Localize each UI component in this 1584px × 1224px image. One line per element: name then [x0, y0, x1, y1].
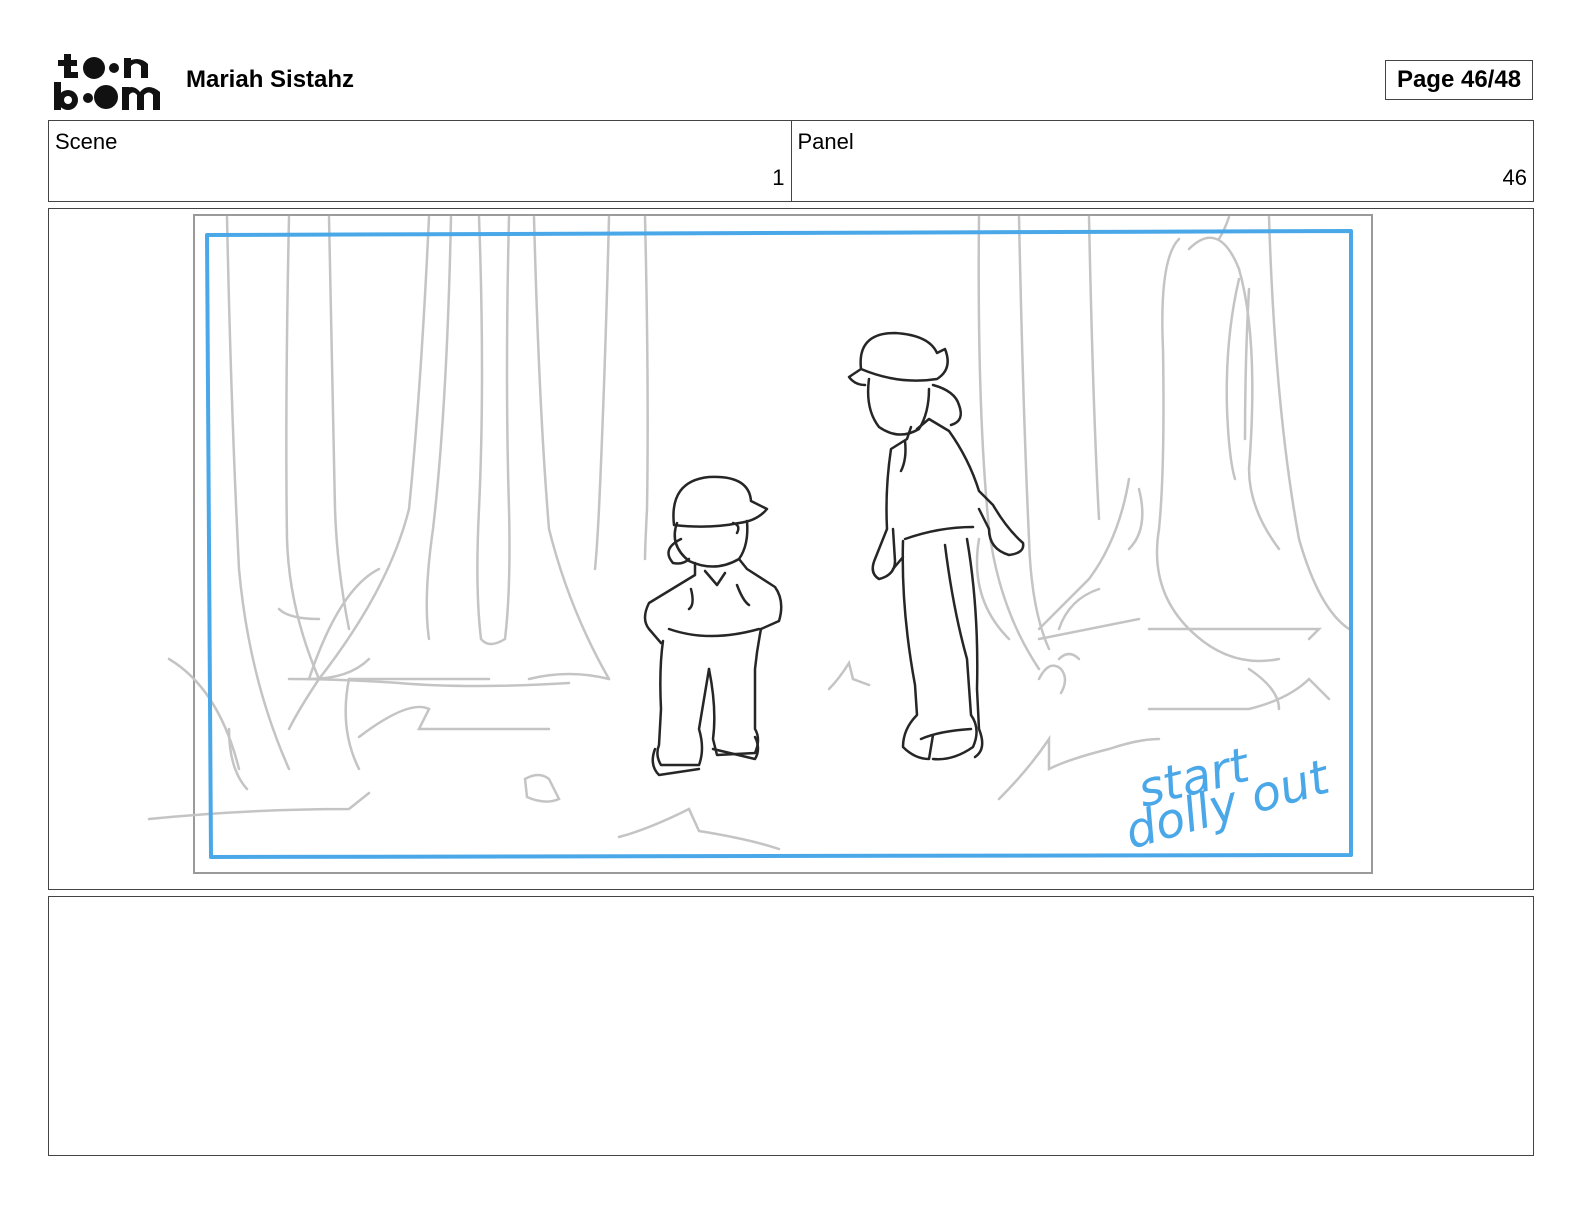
- toon-boom-logo-icon: [52, 52, 164, 112]
- info-row: Scene 1 Panel 46: [48, 120, 1534, 202]
- scene-label: Scene: [55, 129, 118, 154]
- annotation-note: start dolly out: [1119, 737, 1337, 861]
- panel-label: Panel: [797, 129, 854, 154]
- page-counter: Page 46/48: [1385, 60, 1533, 100]
- storyboard-panel: start dolly out: [48, 208, 1534, 890]
- small-character-sketch: [643, 475, 783, 777]
- scene-value: 1: [772, 165, 785, 190]
- scene-cell: Scene 1: [49, 121, 791, 201]
- panel-notes-box: [48, 896, 1534, 1156]
- storyboard-sketch: start dolly out: [147, 214, 1373, 874]
- project-title: Mariah Sistahz: [186, 66, 355, 93]
- panel-cell: Panel 46: [790, 121, 1534, 201]
- tall-character-sketch: [847, 331, 1025, 761]
- panel-value: 46: [1502, 165, 1527, 190]
